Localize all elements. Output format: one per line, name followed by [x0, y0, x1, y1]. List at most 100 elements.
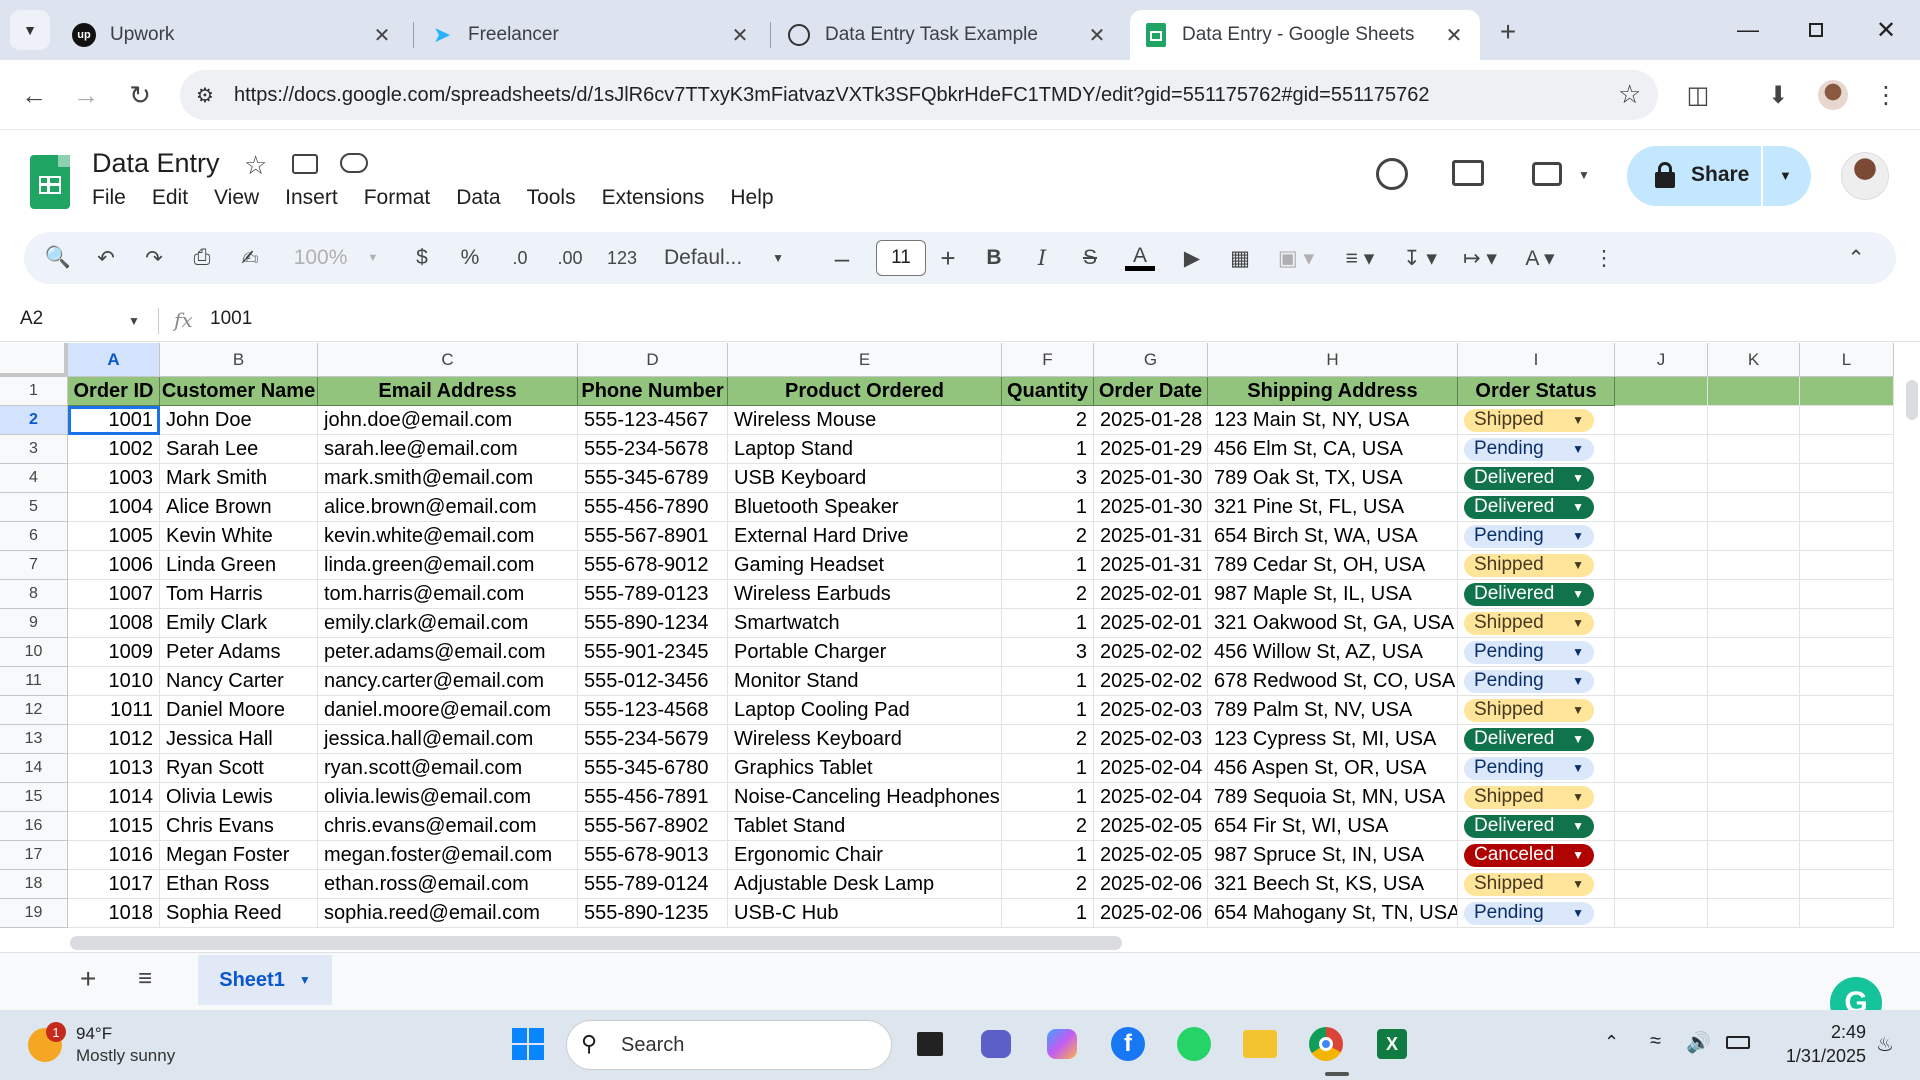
status-dropdown-chip[interactable]: Pending ▼: [1464, 669, 1594, 693]
status-cell[interactable]: Shipped ▼: [1458, 551, 1615, 580]
column-header-a[interactable]: A: [68, 343, 160, 377]
close-window-button[interactable]: ✕: [1868, 12, 1904, 48]
table-cell[interactable]: 2: [1002, 580, 1094, 609]
table-cell[interactable]: [1708, 899, 1800, 928]
table-cell[interactable]: 2025-02-05: [1094, 812, 1208, 841]
reload-button[interactable]: ↻: [122, 77, 158, 113]
table-cell[interactable]: [1800, 812, 1894, 841]
table-cell[interactable]: [1708, 870, 1800, 899]
table-cell[interactable]: [1615, 667, 1708, 696]
table-cell[interactable]: 2025-01-29: [1094, 435, 1208, 464]
status-dropdown-chip[interactable]: Pending ▼: [1464, 756, 1594, 780]
header-cell[interactable]: [1615, 377, 1708, 406]
share-button[interactable]: Share ▼: [1627, 146, 1811, 206]
row-header[interactable]: 7: [0, 551, 68, 580]
menu-help[interactable]: Help: [730, 186, 773, 210]
facebook-icon[interactable]: f: [1106, 1022, 1150, 1066]
status-cell[interactable]: Shipped ▼: [1458, 406, 1615, 435]
status-dropdown-chip[interactable]: Shipped ▼: [1464, 408, 1594, 432]
share-dropdown-icon[interactable]: ▼: [1779, 168, 1792, 183]
table-cell[interactable]: 123 Main St, NY, USA: [1208, 406, 1458, 435]
table-cell[interactable]: [1800, 667, 1894, 696]
table-cell[interactable]: 654 Birch St, WA, USA: [1208, 522, 1458, 551]
table-cell[interactable]: 1: [1002, 783, 1094, 812]
battery-icon[interactable]: [1726, 1036, 1750, 1049]
table-cell[interactable]: 2025-01-31: [1094, 551, 1208, 580]
row-header[interactable]: 12: [0, 696, 68, 725]
table-cell[interactable]: USB-C Hub: [728, 899, 1002, 928]
table-cell[interactable]: Daniel Moore: [160, 696, 318, 725]
table-cell[interactable]: Sophia Reed: [160, 899, 318, 928]
increase-decimal-button[interactable]: .00: [548, 232, 592, 284]
status-cell[interactable]: Pending ▼: [1458, 667, 1615, 696]
table-cell[interactable]: emily.clark@email.com: [318, 609, 578, 638]
name-box[interactable]: A2: [20, 308, 43, 330]
file-explorer-icon[interactable]: [1238, 1022, 1282, 1066]
table-cell[interactable]: 1014: [68, 783, 160, 812]
table-cell[interactable]: 654 Fir St, WI, USA: [1208, 812, 1458, 841]
table-cell[interactable]: Smartwatch: [728, 609, 1002, 638]
text-color-button[interactable]: A: [1120, 232, 1160, 284]
status-cell[interactable]: Pending ▼: [1458, 435, 1615, 464]
table-cell[interactable]: 1: [1002, 841, 1094, 870]
more-formats-button[interactable]: 123: [600, 232, 644, 284]
row-header[interactable]: 17: [0, 841, 68, 870]
status-dropdown-chip[interactable]: Delivered ▼: [1464, 582, 1594, 606]
table-cell[interactable]: [1615, 696, 1708, 725]
copilot-icon[interactable]: [1040, 1022, 1084, 1066]
table-cell[interactable]: [1615, 870, 1708, 899]
table-cell[interactable]: 1007: [68, 580, 160, 609]
column-header-k[interactable]: K: [1708, 343, 1800, 377]
status-cell[interactable]: Shipped ▼: [1458, 783, 1615, 812]
table-cell[interactable]: [1615, 435, 1708, 464]
close-tab-icon[interactable]: ✕: [1085, 23, 1109, 48]
table-cell[interactable]: kevin.white@email.com: [318, 522, 578, 551]
table-cell[interactable]: [1800, 841, 1894, 870]
vertical-scrollbar[interactable]: [1906, 380, 1918, 420]
table-cell[interactable]: 2025-02-02: [1094, 667, 1208, 696]
status-dropdown-chip[interactable]: Pending ▼: [1464, 901, 1594, 925]
comments-icon[interactable]: [1452, 160, 1484, 186]
table-cell[interactable]: 789 Cedar St, OH, USA: [1208, 551, 1458, 580]
status-dropdown-chip[interactable]: Pending ▼: [1464, 524, 1594, 548]
restore-button[interactable]: [1798, 12, 1834, 48]
menu-insert[interactable]: Insert: [285, 186, 338, 210]
merge-cells-icon[interactable]: ▣ ▾: [1270, 232, 1322, 284]
column-header-j[interactable]: J: [1615, 343, 1708, 377]
table-cell[interactable]: 555-345-6789: [578, 464, 728, 493]
table-cell[interactable]: nancy.carter@email.com: [318, 667, 578, 696]
taskbar-search[interactable]: ⚲ Search: [566, 1020, 892, 1070]
table-cell[interactable]: 2: [1002, 870, 1094, 899]
table-cell[interactable]: 2025-01-30: [1094, 464, 1208, 493]
row-header[interactable]: 5: [0, 493, 68, 522]
decrease-decimal-button[interactable]: .0: [500, 232, 540, 284]
header-cell[interactable]: Quantity: [1002, 377, 1094, 406]
table-cell[interactable]: Laptop Cooling Pad: [728, 696, 1002, 725]
status-cell[interactable]: Delivered ▼: [1458, 580, 1615, 609]
table-cell[interactable]: 987 Spruce St, IN, USA: [1208, 841, 1458, 870]
cloud-status-icon[interactable]: [340, 153, 368, 173]
table-cell[interactable]: ethan.ross@email.com: [318, 870, 578, 899]
row-header[interactable]: 6: [0, 522, 68, 551]
table-cell[interactable]: 2025-02-03: [1094, 725, 1208, 754]
table-cell[interactable]: 1003: [68, 464, 160, 493]
meet-dropdown-icon[interactable]: ▼: [1578, 168, 1590, 182]
menu-view[interactable]: View: [214, 186, 259, 210]
header-cell[interactable]: Phone Number: [578, 377, 728, 406]
table-cell[interactable]: 2025-02-03: [1094, 696, 1208, 725]
horizontal-scrollbar[interactable]: [70, 936, 1122, 950]
table-cell[interactable]: [1615, 493, 1708, 522]
wifi-icon[interactable]: ≈: [1650, 1030, 1661, 1053]
column-header-c[interactable]: C: [318, 343, 578, 377]
table-cell[interactable]: 1017: [68, 870, 160, 899]
table-cell[interactable]: 555-345-6780: [578, 754, 728, 783]
table-cell[interactable]: 1002: [68, 435, 160, 464]
table-cell[interactable]: 2025-01-31: [1094, 522, 1208, 551]
table-cell[interactable]: Alice Brown: [160, 493, 318, 522]
table-cell[interactable]: Gaming Headset: [728, 551, 1002, 580]
table-cell[interactable]: 1: [1002, 551, 1094, 580]
header-cell[interactable]: Email Address: [318, 377, 578, 406]
table-cell[interactable]: jessica.hall@email.com: [318, 725, 578, 754]
table-cell[interactable]: [1708, 812, 1800, 841]
table-cell[interactable]: [1615, 551, 1708, 580]
